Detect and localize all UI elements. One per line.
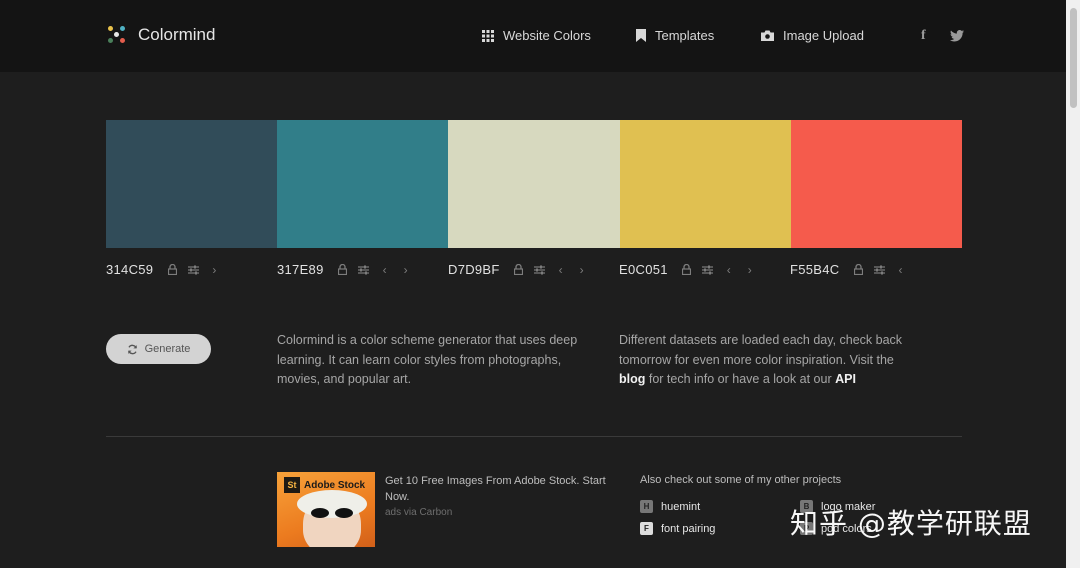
ad-image[interactable]: St Adobe Stock [277, 472, 375, 547]
swatch-controls-5: F55B4C ‹ [790, 262, 915, 277]
blog-link[interactable]: blog [619, 372, 645, 386]
adjust-sliders-icon[interactable] [873, 263, 887, 277]
color-swatch-1[interactable] [106, 120, 278, 248]
huemint-icon: H [640, 500, 653, 513]
swatch-controls-4: E0C051 ‹ › [619, 262, 764, 277]
section-divider [106, 436, 962, 437]
move-right-icon[interactable]: › [575, 263, 589, 277]
nav-templates[interactable]: Templates [636, 28, 714, 43]
nav-label: Website Colors [503, 28, 591, 43]
color-swatch-2[interactable] [277, 120, 449, 248]
sunglasses-graphic [311, 508, 355, 518]
ad-via-link[interactable]: ads via Carbon [385, 507, 452, 518]
scrollbar-thumb[interactable] [1070, 8, 1077, 108]
color-palette [106, 120, 962, 248]
hex-code[interactable]: 317E89 [277, 262, 324, 277]
lock-icon[interactable] [680, 263, 694, 277]
color-swatch-4[interactable] [619, 120, 791, 248]
lock-icon[interactable] [852, 263, 866, 277]
brand-name: Colormind [138, 25, 216, 44]
colormind-logo-icon [106, 24, 128, 46]
move-left-icon[interactable]: ‹ [722, 263, 736, 277]
nav-image-upload[interactable]: Image Upload [761, 28, 864, 43]
camera-icon [761, 30, 774, 41]
move-right-icon[interactable]: › [207, 263, 221, 277]
generate-button[interactable]: Generate [106, 334, 211, 364]
facebook-icon[interactable]: f [921, 28, 926, 44]
swatch-controls-3: D7D9BF ‹ › [448, 262, 596, 277]
color-swatch-3[interactable] [448, 120, 620, 248]
ad-text[interactable]: Get 10 Free Images From Adobe Stock. Sta… [385, 473, 610, 505]
hex-code[interactable]: E0C051 [619, 262, 668, 277]
zhihu-watermark: 知乎 @教学研联盟 [790, 507, 1032, 540]
hex-code[interactable]: D7D9BF [448, 262, 500, 277]
project-link-huemint[interactable]: H huemint [640, 500, 700, 513]
top-navbar: Colormind Website Colors Templates Image… [0, 0, 1066, 72]
twitter-icon[interactable] [950, 29, 964, 45]
bookmark-icon [636, 29, 646, 42]
grid-icon [482, 29, 494, 42]
ad-brand: Adobe Stock [304, 479, 366, 491]
move-right-icon[interactable]: › [399, 263, 413, 277]
description-left: Colormind is a color scheme generator th… [277, 333, 578, 386]
hex-code[interactable]: 314C59 [106, 262, 153, 277]
move-right-icon[interactable]: › [743, 263, 757, 277]
nav-label: Image Upload [783, 28, 864, 43]
nav-website-colors[interactable]: Website Colors [482, 28, 591, 43]
refresh-icon [127, 344, 137, 354]
swatch-controls-2: 317E89 ‹ › [277, 262, 420, 277]
api-link[interactable]: API [835, 372, 856, 386]
other-projects-title: Also check out some of my other projects [640, 474, 842, 486]
lock-icon[interactable] [336, 263, 350, 277]
generate-label: Generate [144, 343, 191, 355]
move-left-icon[interactable]: ‹ [378, 263, 392, 277]
lock-icon[interactable] [165, 263, 179, 277]
adobe-stock-logo-icon: St [284, 477, 300, 493]
description-right: Different datasets are loaded each day, … [619, 333, 903, 386]
move-left-icon[interactable]: ‹ [894, 263, 908, 277]
adjust-sliders-icon[interactable] [701, 263, 715, 277]
page-scrollbar[interactable] [1066, 0, 1080, 568]
adjust-sliders-icon[interactable] [186, 263, 200, 277]
adobe-stock-badge: St Adobe Stock [284, 477, 365, 493]
swatch-controls-1: 314C59 › [106, 262, 228, 277]
nav-label: Templates [655, 28, 715, 43]
project-link-font-pairing[interactable]: F font pairing [640, 522, 715, 535]
adjust-sliders-icon[interactable] [357, 263, 371, 277]
brand-logo[interactable]: Colormind [106, 24, 215, 46]
color-swatch-5[interactable] [790, 120, 962, 248]
lock-icon[interactable] [512, 263, 526, 277]
adjust-sliders-icon[interactable] [533, 263, 547, 277]
move-left-icon[interactable]: ‹ [554, 263, 568, 277]
hex-code[interactable]: F55B4C [790, 262, 840, 277]
font-pairing-icon: F [640, 522, 653, 535]
